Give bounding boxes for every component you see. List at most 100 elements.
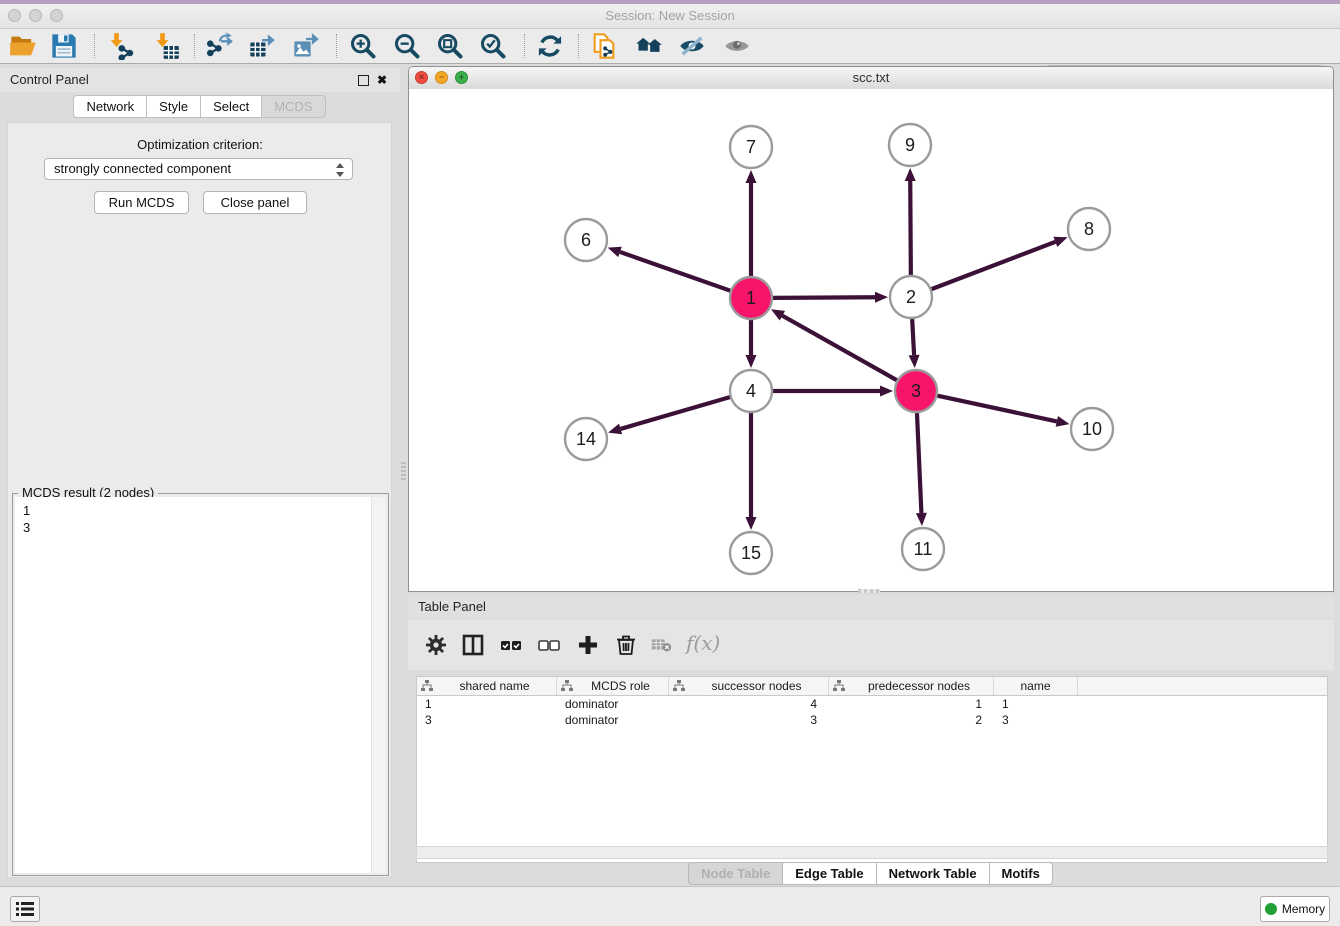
graph-edge-3-1[interactable] bbox=[782, 316, 896, 381]
tab-motifs[interactable]: Motifs bbox=[989, 862, 1053, 885]
select-all-icon[interactable] bbox=[499, 633, 523, 657]
network-graph[interactable]: 1234678910111415 bbox=[409, 89, 1333, 591]
tab-style[interactable]: Style bbox=[146, 95, 201, 118]
column-header-predecessor-nodes[interactable]: predecessor nodes bbox=[829, 677, 994, 695]
show-all-eye-icon[interactable] bbox=[723, 32, 751, 60]
toolbar-separator bbox=[524, 34, 525, 58]
graph-edge-1-6[interactable] bbox=[620, 252, 730, 291]
graph-edge-arrow bbox=[1056, 416, 1070, 427]
graph-edge-arrow bbox=[905, 168, 916, 181]
column-type-icon bbox=[833, 680, 845, 692]
graph-node-label-15: 15 bbox=[741, 543, 761, 563]
hide-selected-eye-slash-icon[interactable] bbox=[678, 32, 706, 60]
tab-network-table[interactable]: Network Table bbox=[876, 862, 990, 885]
tab-edge-table[interactable]: Edge Table bbox=[782, 862, 876, 885]
deselect-all-icon[interactable] bbox=[537, 633, 561, 657]
optimization-criterion-select[interactable]: strongly connected component bbox=[44, 158, 353, 180]
graph-edge-3-11[interactable] bbox=[917, 413, 921, 513]
table-horizontal-scrollbar[interactable] bbox=[416, 846, 1328, 859]
column-type-icon bbox=[673, 680, 685, 692]
column-header-shared-name[interactable]: shared name bbox=[417, 677, 557, 695]
show-columns-icon[interactable] bbox=[461, 633, 485, 657]
graph-node-label-4: 4 bbox=[746, 381, 756, 401]
tab-node-table[interactable]: Node Table bbox=[688, 862, 783, 885]
memory-status-icon bbox=[1265, 903, 1277, 915]
application-window: { "window": { "title": "Session: New Ses… bbox=[0, 0, 1340, 926]
mcds-result-line: 1 bbox=[15, 497, 372, 519]
export-image-icon[interactable] bbox=[292, 32, 320, 60]
table-row[interactable]: 1 dominator 4 1 1 bbox=[417, 696, 1327, 712]
zoom-in-icon[interactable] bbox=[349, 32, 377, 60]
graph-edge-arrow bbox=[1053, 237, 1067, 247]
mcds-result-scrollbar[interactable] bbox=[371, 497, 386, 873]
window-title: Session: New Session bbox=[0, 4, 1340, 28]
first-neighbors-houses-icon[interactable] bbox=[635, 32, 663, 60]
mcds-result-line: 3 bbox=[15, 519, 372, 536]
table-panel-header: Table Panel ✖ bbox=[408, 595, 1334, 619]
graph-node-label-9: 9 bbox=[905, 135, 915, 155]
graph-edge-2-9[interactable] bbox=[910, 181, 911, 275]
network-canvas[interactable]: 1234678910111415 bbox=[409, 89, 1333, 591]
control-panel-header: Control Panel ✖ bbox=[0, 68, 400, 92]
graph-node-label-8: 8 bbox=[1084, 219, 1094, 239]
save-session-icon[interactable] bbox=[50, 32, 78, 60]
close-panel-button[interactable]: Close panel bbox=[203, 191, 307, 214]
run-mcds-button[interactable]: Run MCDS bbox=[94, 191, 189, 214]
column-header-successor-nodes[interactable]: successor nodes bbox=[669, 677, 829, 695]
graph-edge-arrow bbox=[875, 292, 888, 303]
graph-node-label-10: 10 bbox=[1082, 419, 1102, 439]
create-column-icon[interactable] bbox=[576, 633, 600, 657]
main-toolbar bbox=[0, 29, 1340, 64]
table-tabs: Node Table Edge Table Network Table Moti… bbox=[408, 862, 1334, 885]
function-builder-icon[interactable]: f(x) bbox=[686, 631, 720, 655]
tab-select[interactable]: Select bbox=[200, 95, 262, 118]
graph-edge-3-10[interactable] bbox=[938, 396, 1057, 422]
import-network-icon[interactable] bbox=[106, 32, 134, 60]
delete-columns-icon[interactable] bbox=[614, 633, 638, 657]
export-table-icon[interactable] bbox=[248, 32, 276, 60]
table-row[interactable]: 3 dominator 3 2 3 bbox=[417, 712, 1327, 728]
graph-edge-2-8[interactable] bbox=[932, 242, 1056, 289]
graph-edge-2-3[interactable] bbox=[912, 319, 914, 355]
graph-edge-arrow bbox=[746, 170, 757, 183]
column-header-mcds-role[interactable]: MCDS role bbox=[557, 677, 669, 695]
toolbar-separator bbox=[194, 34, 195, 58]
memory-button[interactable]: Memory bbox=[1260, 896, 1330, 922]
refresh-icon[interactable] bbox=[536, 32, 564, 60]
graph-node-label-7: 7 bbox=[746, 137, 756, 157]
toolbar-separator bbox=[578, 34, 579, 58]
mcds-result-textarea[interactable]: 1 3 bbox=[15, 497, 372, 873]
toolbar-separator bbox=[336, 34, 337, 58]
import-table-icon[interactable] bbox=[152, 32, 180, 60]
zoom-out-icon[interactable] bbox=[393, 32, 421, 60]
zoom-fit-icon[interactable] bbox=[436, 32, 464, 60]
open-session-icon[interactable] bbox=[9, 32, 37, 60]
mcds-result-fieldset: MCDS result (2 nodes) 1 3 bbox=[12, 493, 389, 876]
zoom-selected-icon[interactable] bbox=[479, 32, 507, 60]
panel-splitter-handle[interactable] bbox=[401, 462, 406, 482]
task-history-button[interactable] bbox=[10, 896, 40, 922]
close-panel-icon[interactable]: ✖ bbox=[377, 74, 387, 86]
graph-edge-arrow bbox=[746, 517, 757, 530]
optimization-criterion-label: Optimization criterion: bbox=[0, 137, 400, 152]
graph-edge-4-14[interactable] bbox=[621, 397, 730, 429]
export-network-icon[interactable] bbox=[205, 32, 233, 60]
graph-node-label-2: 2 bbox=[906, 287, 916, 307]
graph-node-label-6: 6 bbox=[581, 230, 591, 250]
network-table-splitter-handle[interactable] bbox=[858, 589, 880, 593]
delete-table-icon[interactable] bbox=[650, 633, 672, 655]
list-icon bbox=[11, 897, 39, 921]
memory-label: Memory bbox=[1282, 902, 1325, 916]
network-window-titlebar[interactable]: × − + scc.txt bbox=[409, 67, 1333, 90]
column-header-name[interactable]: name bbox=[994, 677, 1078, 695]
graph-node-label-1: 1 bbox=[746, 288, 756, 308]
tab-network[interactable]: Network bbox=[73, 95, 147, 118]
column-type-icon bbox=[561, 680, 573, 692]
table-mode-gear-icon[interactable] bbox=[424, 633, 448, 657]
tab-mcds[interactable]: MCDS bbox=[261, 95, 325, 118]
new-network-from-selection-icon[interactable] bbox=[590, 32, 618, 60]
select-stepper-icon bbox=[336, 162, 346, 178]
graph-edge-arrow bbox=[746, 355, 757, 368]
graph-edge-1-2[interactable] bbox=[773, 297, 875, 298]
float-panel-icon[interactable] bbox=[358, 75, 369, 86]
